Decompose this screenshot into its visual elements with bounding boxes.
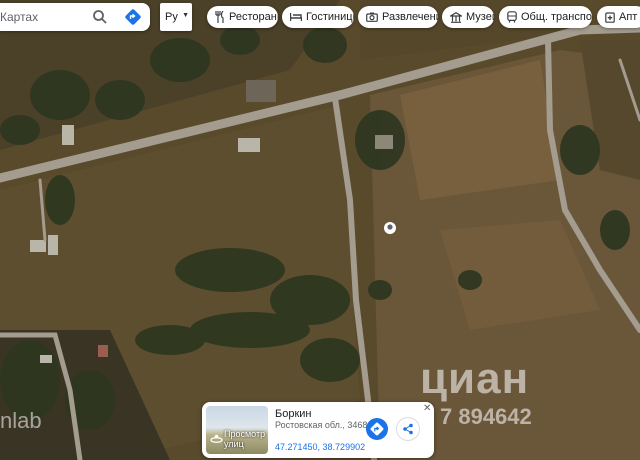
- chip-label: Музеи: [466, 11, 494, 23]
- language-select[interactable]: Ру ▼: [160, 3, 192, 31]
- chip-label: Апт: [619, 11, 638, 23]
- satellite-map[interactable]: [0, 0, 640, 460]
- directions-icon: [370, 422, 384, 436]
- search-input[interactable]: [0, 10, 86, 24]
- chip-label: Рестораны: [229, 11, 278, 23]
- chip-label: Общ. транспорт: [521, 11, 592, 23]
- chip-label: Развлечения: [382, 11, 438, 23]
- language-label: Ру: [165, 11, 178, 23]
- chip-transit[interactable]: Общ. транспорт: [499, 6, 592, 28]
- chip-label: Гостиницы: [306, 11, 354, 23]
- watermark-left: nlab: [0, 408, 42, 433]
- place-coordinates[interactable]: 47.271450, 38.729902: [275, 442, 365, 452]
- street-view-icon: [210, 434, 223, 443]
- street-view-thumbnail[interactable]: Просмотр улиц: [206, 406, 268, 454]
- camera-icon: [366, 12, 378, 22]
- transit-icon: [507, 11, 517, 23]
- watermark-brand: циан: [420, 354, 530, 403]
- pharmacy-icon: [605, 12, 615, 23]
- directions-button[interactable]: [366, 418, 388, 440]
- chip-hotels[interactable]: Гостиницы: [282, 6, 354, 28]
- location-marker-icon[interactable]: [384, 222, 396, 234]
- chevron-down-icon: ▼: [182, 12, 189, 19]
- watermark-phone: 7 894642: [440, 404, 532, 429]
- restaurant-icon: [215, 11, 224, 23]
- chip-restaurants[interactable]: Рестораны: [207, 6, 278, 28]
- place-info-card: Просмотр улиц Боркин Ростовская обл., 34…: [202, 402, 434, 458]
- share-icon: [403, 423, 413, 435]
- place-address: Ростовская обл., 346848: [275, 420, 378, 430]
- chip-pharmacies[interactable]: Апт: [597, 6, 640, 28]
- museum-icon: [450, 11, 462, 23]
- chip-entertainment[interactable]: Развлечения: [358, 6, 438, 28]
- search-icon[interactable]: [92, 9, 108, 25]
- directions-icon[interactable]: [124, 8, 142, 26]
- search-box: [0, 3, 150, 31]
- chip-museums[interactable]: Музеи: [442, 6, 494, 28]
- place-title: Боркин: [275, 408, 312, 420]
- share-button[interactable]: [397, 418, 419, 440]
- hotel-icon: [290, 13, 302, 21]
- street-view-label: Просмотр улиц: [224, 429, 266, 449]
- close-icon[interactable]: ✕: [423, 403, 431, 414]
